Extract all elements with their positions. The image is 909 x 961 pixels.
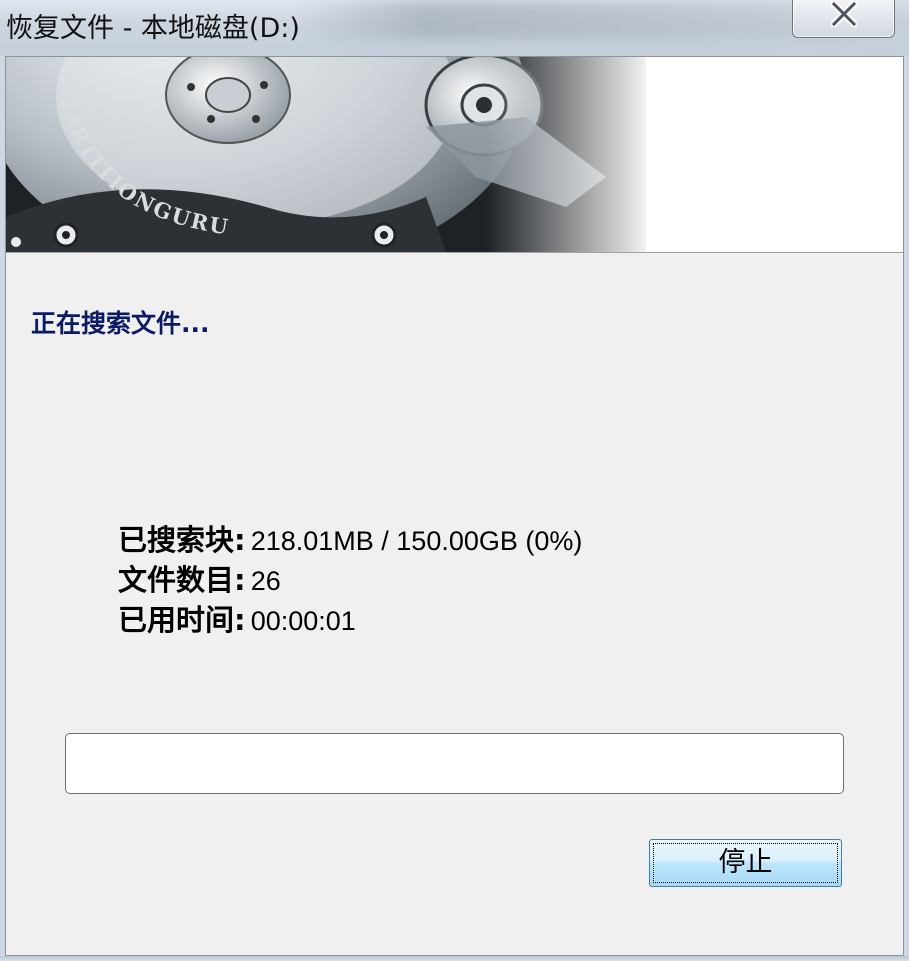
progress-bar bbox=[65, 733, 844, 794]
header-banner: PARTITIONGURU bbox=[6, 57, 903, 253]
hard-disk-illustration: PARTITIONGURU bbox=[6, 57, 656, 252]
stat-value: 218.01MB / 150.00GB (0%) bbox=[250, 526, 583, 556]
stat-label: 文件数目: bbox=[118, 563, 246, 597]
stop-button[interactable]: 停止 bbox=[649, 839, 842, 887]
stat-searched-blocks: 已搜索块: 218.01MB / 150.00GB (0%) bbox=[118, 517, 582, 557]
stop-button-label: 停止 bbox=[718, 847, 773, 878]
stat-label: 已搜索块: bbox=[118, 523, 246, 557]
stat-value: 26 bbox=[250, 566, 281, 596]
window-title: 恢复文件 - 本地磁盘(D:) bbox=[6, 13, 300, 44]
close-button[interactable] bbox=[792, 0, 895, 38]
window-bottom-edge bbox=[0, 956, 909, 961]
close-icon bbox=[831, 1, 857, 27]
stat-value: 00:00:01 bbox=[250, 606, 356, 636]
title-bar[interactable]: 恢复文件 - 本地磁盘(D:) bbox=[0, 0, 909, 56]
stat-elapsed-time: 已用时间: 00:00:01 bbox=[118, 597, 582, 637]
dialog-client-area: PARTITIONGURU 正在搜索文件... 已搜索块: 218.01MB /… bbox=[5, 56, 904, 956]
stat-label: 已用时间: bbox=[118, 603, 246, 637]
stat-file-count: 文件数目: 26 bbox=[118, 557, 582, 597]
search-stats: 已搜索块: 218.01MB / 150.00GB (0%) 文件数目: 26 … bbox=[118, 517, 582, 637]
status-heading: 正在搜索文件... bbox=[31, 309, 210, 338]
